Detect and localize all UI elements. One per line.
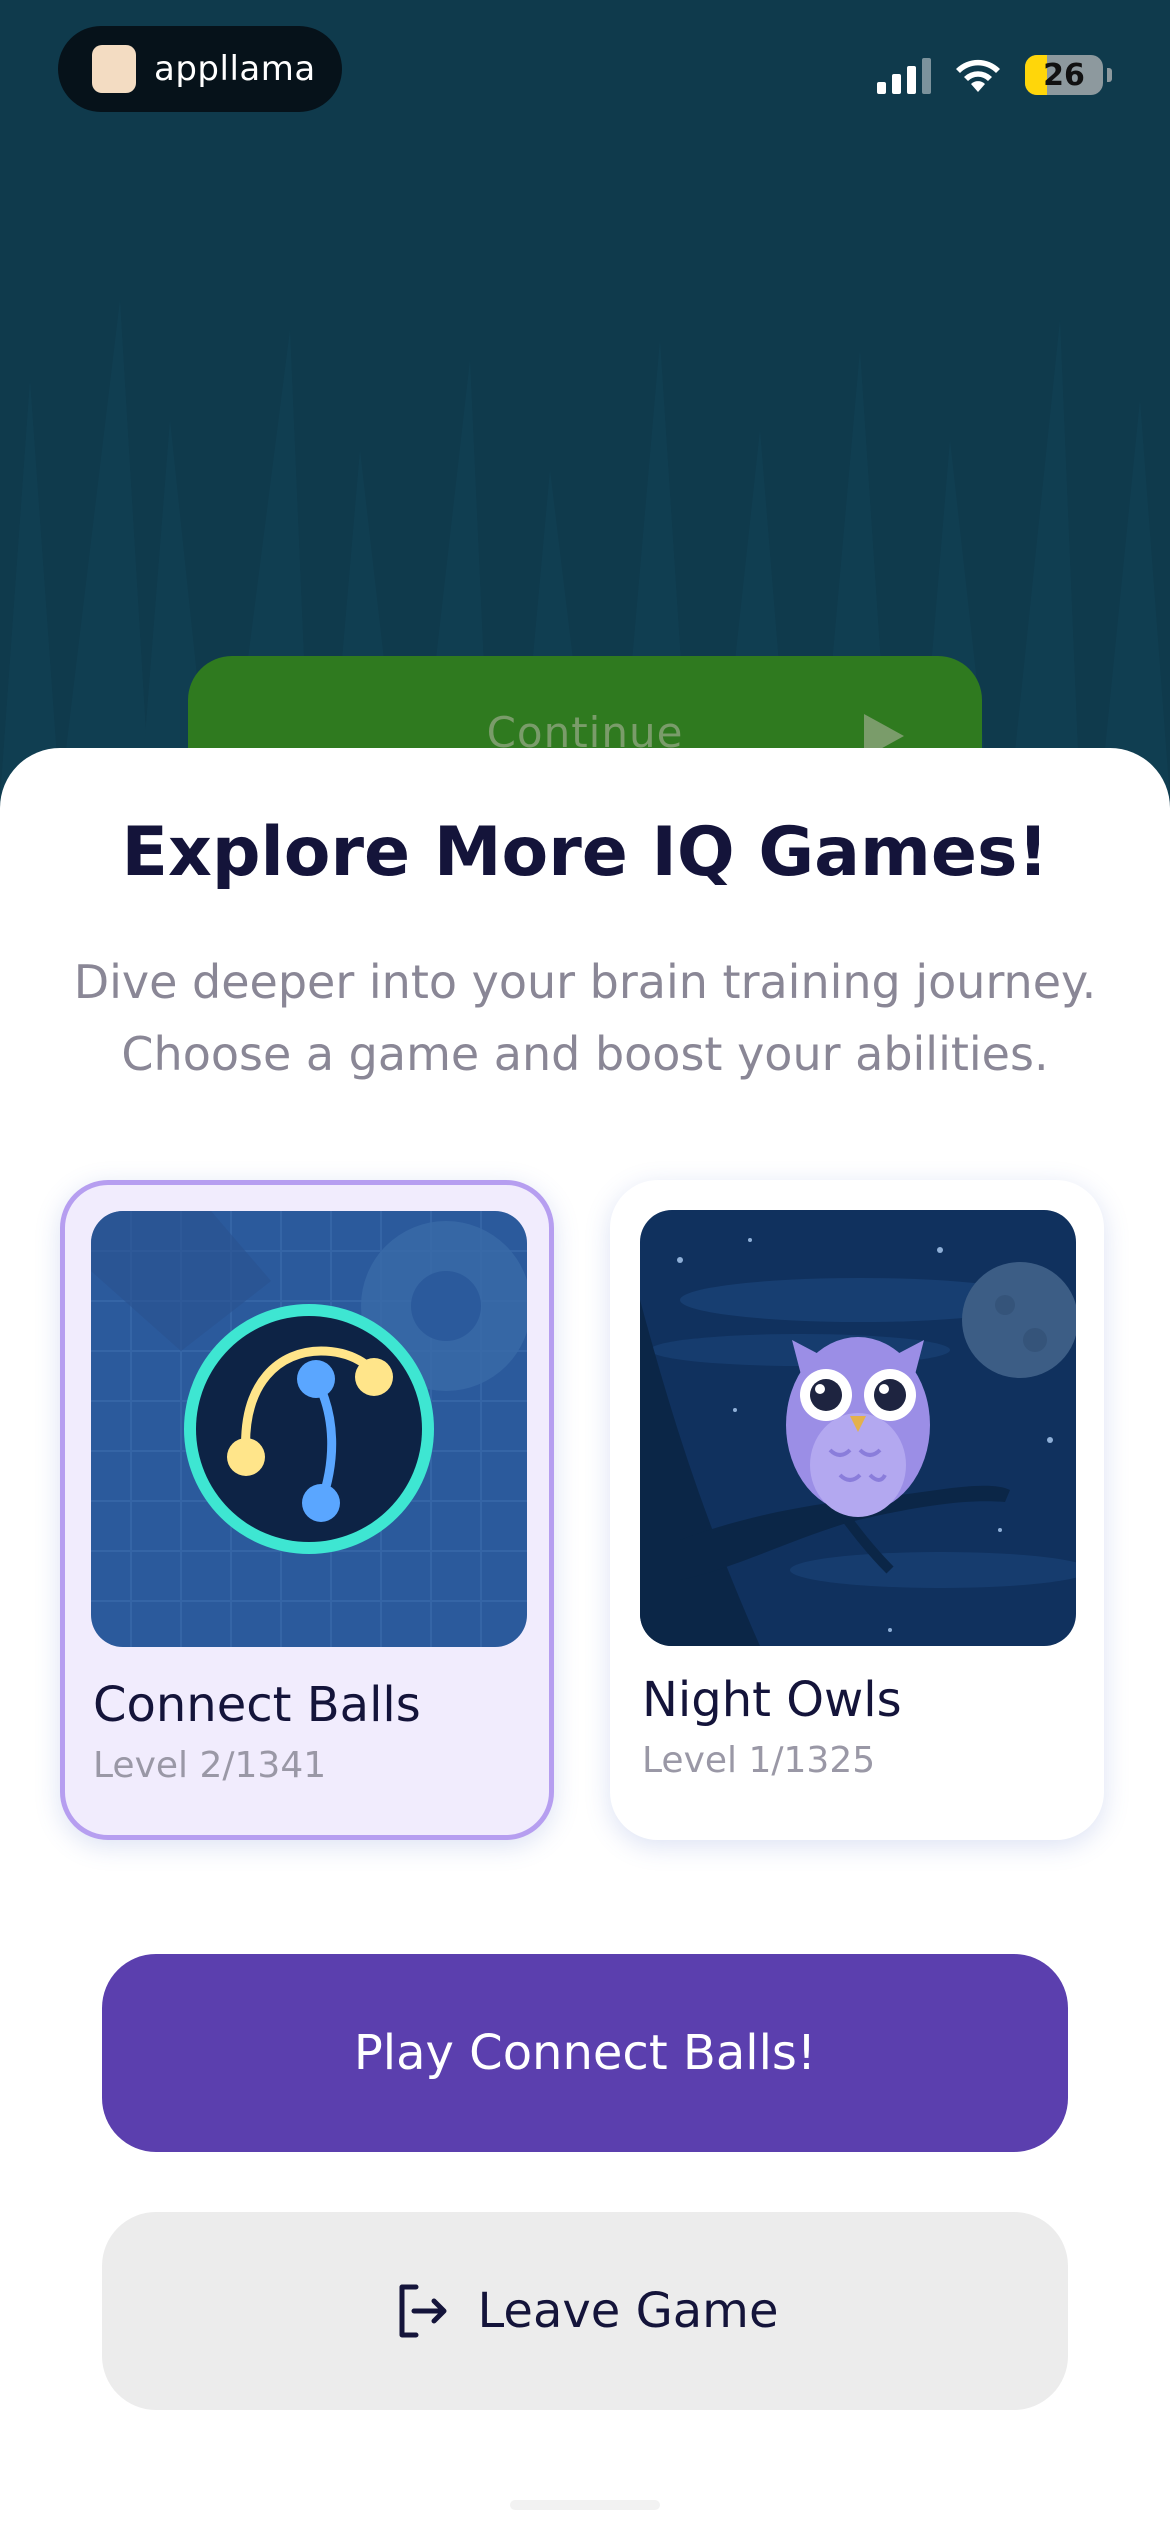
play-button-label: Play Connect Balls! [353,2025,817,2081]
game-card-night-owls[interactable]: Night Owls Level 1/1325 [610,1180,1104,1840]
exit-icon [399,2284,447,2338]
battery-tip [1107,68,1112,82]
cellular-signal-icon [877,56,931,94]
owl-icon [640,1210,1076,1646]
llama-logo-icon [92,45,136,93]
brand-name: appllama [154,49,316,89]
leave-game-button[interactable]: Leave Game [102,2212,1068,2410]
explore-games-sheet: Explore More IQ Games! Dive deeper into … [0,748,1170,2532]
game-name: Connect Balls [93,1677,421,1733]
status-icons: 26 [877,50,1112,100]
battery-icon: 26 [1025,55,1103,95]
game-level: Level 2/1341 [93,1745,327,1786]
sheet-subtitle: Dive deeper into your brain training jou… [73,955,1097,1081]
game-name: Night Owls [642,1672,902,1728]
game-level: Level 1/1325 [642,1740,876,1781]
appllama-badge[interactable]: appllama [58,26,342,112]
play-connect-balls-button[interactable]: Play Connect Balls! [102,1954,1068,2152]
home-indicator [510,2500,660,2510]
wifi-icon [956,59,1000,92]
battery-level: 26 [1043,57,1085,93]
sheet-title: Explore More IQ Games! [121,813,1049,892]
connect-balls-icon [91,1211,527,1647]
leave-button-label: Leave Game [477,2283,779,2339]
game-card-connect-balls[interactable]: Connect Balls Level 2/1341 [60,1180,554,1840]
